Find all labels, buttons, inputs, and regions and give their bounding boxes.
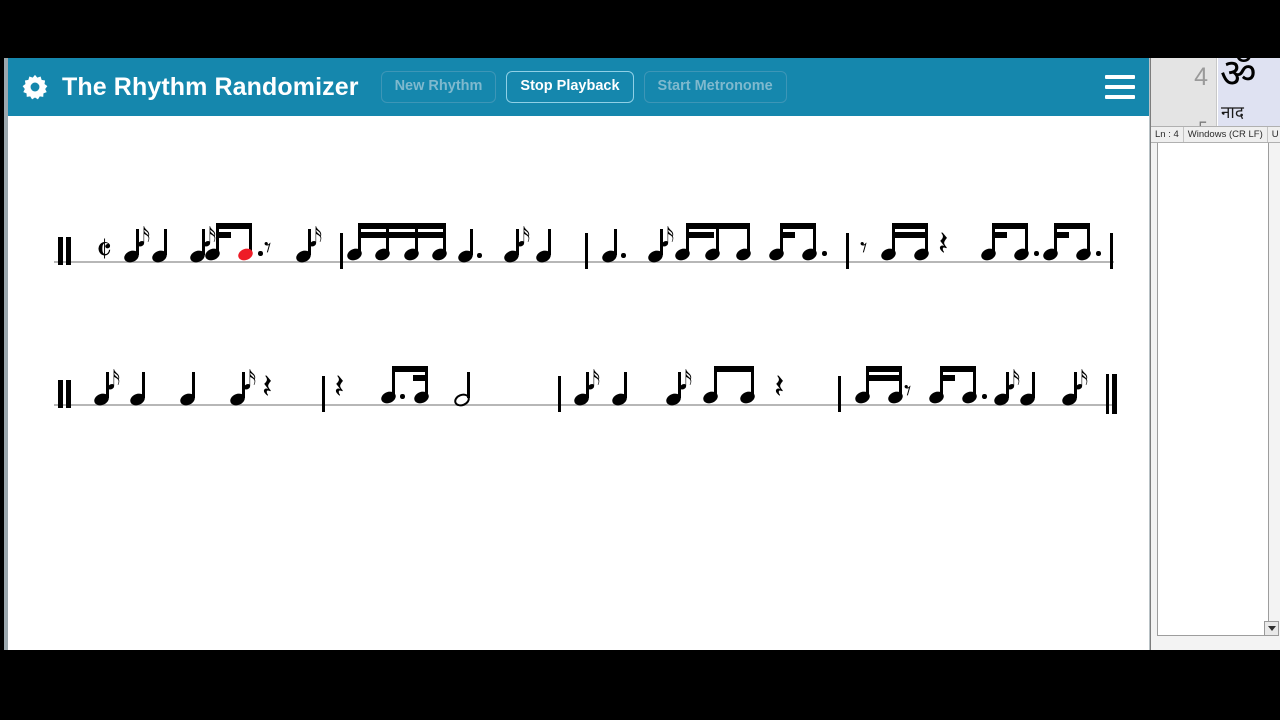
final-barline [1112, 374, 1117, 414]
quarter-rest: 𝄽 [938, 224, 949, 264]
staff-1: 𝄵 𝅘𝅥𝅯 𝅘𝅥𝅯 𝄾 𝅘𝅥𝅯 𝅘𝅥𝅯 𝅘𝅥𝅯 𝄾 𝄽 [8, 201, 1149, 321]
start-barline [66, 380, 71, 408]
start-barline [58, 237, 63, 265]
screen-root: 4 ┌ ॐ नाद Ln : 4 Windows (CR LF) U The R… [0, 0, 1280, 720]
editor-line-number: 4 [1194, 63, 1208, 91]
new-rhythm-button[interactable]: New Rhythm [380, 71, 497, 103]
final-barline [1106, 374, 1109, 414]
editor-om-character: ॐ [1220, 58, 1257, 97]
editor-text-line-partial: नाद [1221, 103, 1244, 123]
hamburger-menu-icon[interactable] [1105, 75, 1135, 99]
eighth-rest: 𝄾 [264, 231, 272, 264]
editor-selected-text[interactable]: ॐ नाद [1218, 58, 1280, 126]
gear-icon[interactable] [22, 74, 48, 100]
time-signature-cut-common: 𝄵 [96, 230, 113, 271]
rhythm-randomizer-window: The Rhythm Randomizer New Rhythm Stop Pl… [4, 58, 1150, 650]
page-title: The Rhythm Randomizer [62, 72, 359, 101]
scroll-down-arrow-icon[interactable] [1264, 621, 1279, 636]
letterbox-top [0, 0, 1280, 58]
barline [585, 233, 588, 269]
eighth-rest: 𝄾 [904, 374, 912, 407]
barline [340, 233, 343, 269]
editor-document-body[interactable] [1151, 143, 1280, 650]
barline [838, 376, 841, 412]
start-metronome-button[interactable]: Start Metronome [643, 71, 787, 103]
quarter-rest: 𝄽 [262, 367, 273, 407]
editor-status-bar: Ln : 4 Windows (CR LF) U [1151, 126, 1280, 143]
editor-line-number-gutter: 4 ┌ [1151, 58, 1217, 134]
barline [322, 376, 325, 412]
staff-2: 𝅘𝅥𝅯 𝅘𝅥𝅯 𝄽 𝄽 𝅘𝅥𝅯 𝅘𝅥𝅯 𝄽 𝄾 𝅘𝅥𝅯 𝅘𝅥𝅯 [8, 344, 1149, 464]
quarter-rest: 𝄽 [774, 367, 785, 407]
app-header: The Rhythm Randomizer New Rhythm Stop Pl… [8, 58, 1149, 116]
status-encoding: U [1268, 127, 1280, 142]
staff-line [54, 261, 1114, 263]
barline [846, 233, 849, 269]
stop-playback-button[interactable]: Stop Playback [506, 71, 634, 103]
letterbox-bottom [0, 652, 1280, 720]
start-barline [66, 237, 71, 265]
start-barline [58, 380, 63, 408]
background-text-editor-panel[interactable]: 4 ┌ ॐ नाद Ln : 4 Windows (CR LF) U [1150, 58, 1280, 650]
status-line-indicator: Ln : 4 [1151, 127, 1184, 142]
status-line-ending: Windows (CR LF) [1184, 127, 1268, 142]
editor-page-canvas[interactable] [1157, 143, 1269, 636]
end-barline [1110, 233, 1113, 269]
quarter-rest: 𝄽 [334, 367, 345, 407]
eighth-rest: 𝄾 [860, 231, 868, 264]
barline [558, 376, 561, 412]
editor-text-region[interactable]: 4 ┌ ॐ नाद [1151, 58, 1280, 134]
score-sheet: 𝄵 𝅘𝅥𝅯 𝅘𝅥𝅯 𝄾 𝅘𝅥𝅯 𝅘𝅥𝅯 𝅘𝅥𝅯 𝄾 𝄽 𝅘𝅥𝅯 𝅘𝅥𝅯 𝄽 𝄽 𝅘𝅥𝅯 𝅘𝅥𝅯 𝄽 𝄾 𝅘𝅥𝅯 𝅘𝅥𝅯 [8, 116, 1149, 650]
